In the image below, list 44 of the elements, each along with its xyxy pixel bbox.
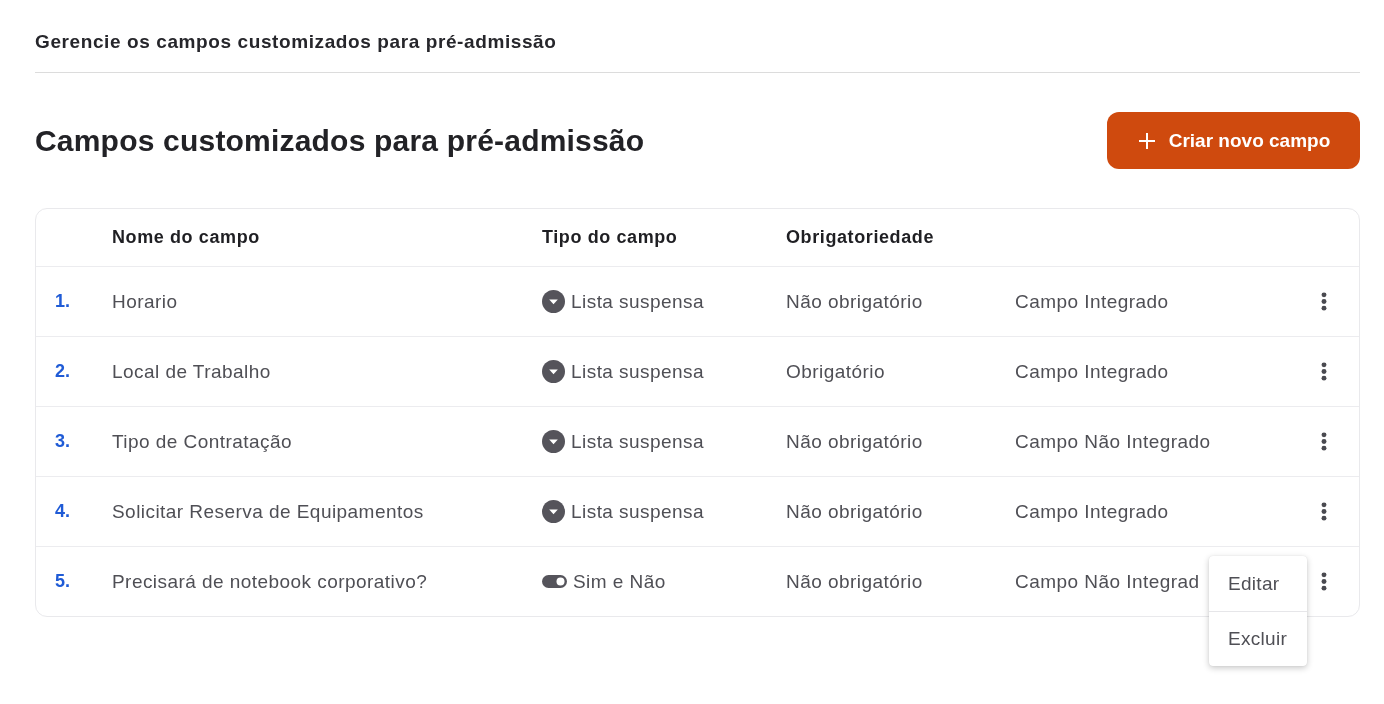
more-vertical-icon [1321,432,1327,451]
field-type-label: Sim e Não [573,570,666,593]
integration-status: Campo Não Integrado [1015,430,1211,453]
required-status: Não obrigatório [786,500,923,523]
field-name: Solicitar Reserva de Equipamentos [112,500,424,523]
column-header: Obrigatoriedade [786,227,935,248]
field-name: Tipo de Contratação [112,430,292,453]
more-vertical-icon [1321,292,1327,311]
row-number: 1. [55,291,70,312]
field-type-label: Lista suspensa [571,430,705,453]
integration-status: Campo Integrado [1015,500,1169,523]
dropdown-icon [542,290,565,313]
page-heading: Gerencie os campos customizados para pré-admissão [35,0,1360,73]
more-vertical-icon [1321,572,1327,591]
dropdown-icon [542,360,565,383]
plus-icon [1138,132,1155,149]
row-number: 2. [55,361,70,382]
integration-status: Campo Integrado [1015,290,1169,313]
menu-item[interactable]: Editar [1209,556,1307,611]
field-type-label: Lista suspensa [571,290,705,313]
column-header: Tipo do campo [542,227,678,248]
menu-item[interactable]: Excluir [1209,611,1307,666]
required-status: Não obrigatório [786,570,923,593]
more-vertical-icon [1321,502,1327,521]
field-name: Local de Trabalho [112,360,271,383]
row-number: 5. [55,571,70,592]
required-status: Não obrigatório [786,430,923,453]
field-name: Precisará de notebook corporativo? [112,570,428,593]
required-status: Obrigatório [786,360,885,383]
toggle-icon [542,575,567,588]
row-number: 4. [55,501,70,522]
field-type-label: Lista suspensa [571,360,705,383]
more-vertical-icon [1321,362,1327,381]
dropdown-icon [542,500,565,523]
field-name: Horario [112,290,178,313]
page-title: Campos customizados para pré-admissão [35,122,645,159]
integration-status: Campo Não Integrad [1015,570,1200,593]
required-status: Não obrigatório [786,290,923,313]
dropdown-icon [542,430,565,453]
row-number: 3. [55,431,70,452]
integration-status: Campo Integrado [1015,360,1169,383]
create-field-button[interactable]: Criar novo campo [1107,112,1360,169]
field-type-label: Lista suspensa [571,500,705,523]
column-header: Nome do campo [112,227,260,248]
